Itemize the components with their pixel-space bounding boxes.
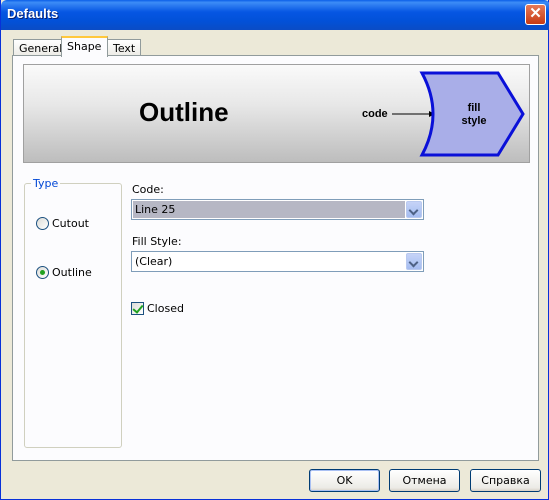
shape-preview: Outline code fill style	[23, 64, 530, 163]
title-bar[interactable]: Defaults ✕	[1, 0, 549, 30]
closed-checkbox-row[interactable]: Closed	[131, 302, 184, 315]
close-button[interactable]: ✕	[525, 4, 546, 25]
chevron-down-icon[interactable]	[406, 253, 422, 270]
help-button[interactable]: Справка	[470, 469, 541, 492]
radio-outline-label: Outline	[52, 266, 92, 279]
closed-checkbox[interactable]	[131, 302, 144, 315]
type-group-legend: Type	[31, 177, 61, 190]
code-combobox[interactable]: Line 25	[131, 199, 424, 220]
ok-button[interactable]: OK	[309, 469, 380, 492]
radio-cutout-label: Cutout	[52, 217, 89, 230]
chevron-down-icon[interactable]	[406, 201, 422, 218]
close-icon: ✕	[529, 5, 542, 22]
radio-cutout-circle[interactable]	[36, 217, 49, 230]
code-label: Code:	[132, 183, 164, 196]
cancel-button[interactable]: Отмена	[389, 469, 460, 492]
fill-style-combobox-value: (Clear)	[135, 255, 173, 268]
window-title: Defaults	[7, 6, 59, 21]
defaults-dialog: Defaults ✕ General Shape Text Outline co…	[0, 0, 549, 500]
radio-outline[interactable]: Outline	[36, 266, 92, 279]
fill-style-label: fill style	[449, 102, 499, 128]
tab-text[interactable]: Text	[107, 39, 142, 56]
fill-label-line2: style	[461, 115, 487, 127]
closed-label: Closed	[147, 302, 184, 315]
fill-style-field-label: Fill Style:	[132, 235, 182, 248]
radio-outline-circle[interactable]	[36, 266, 49, 279]
fill-style-combobox[interactable]: (Clear)	[131, 251, 424, 272]
tab-shape[interactable]: Shape	[61, 36, 108, 57]
fill-label-line1: fill	[467, 102, 481, 114]
code-combobox-value: Line 25	[133, 201, 405, 218]
radio-cutout[interactable]: Cutout	[36, 217, 89, 230]
